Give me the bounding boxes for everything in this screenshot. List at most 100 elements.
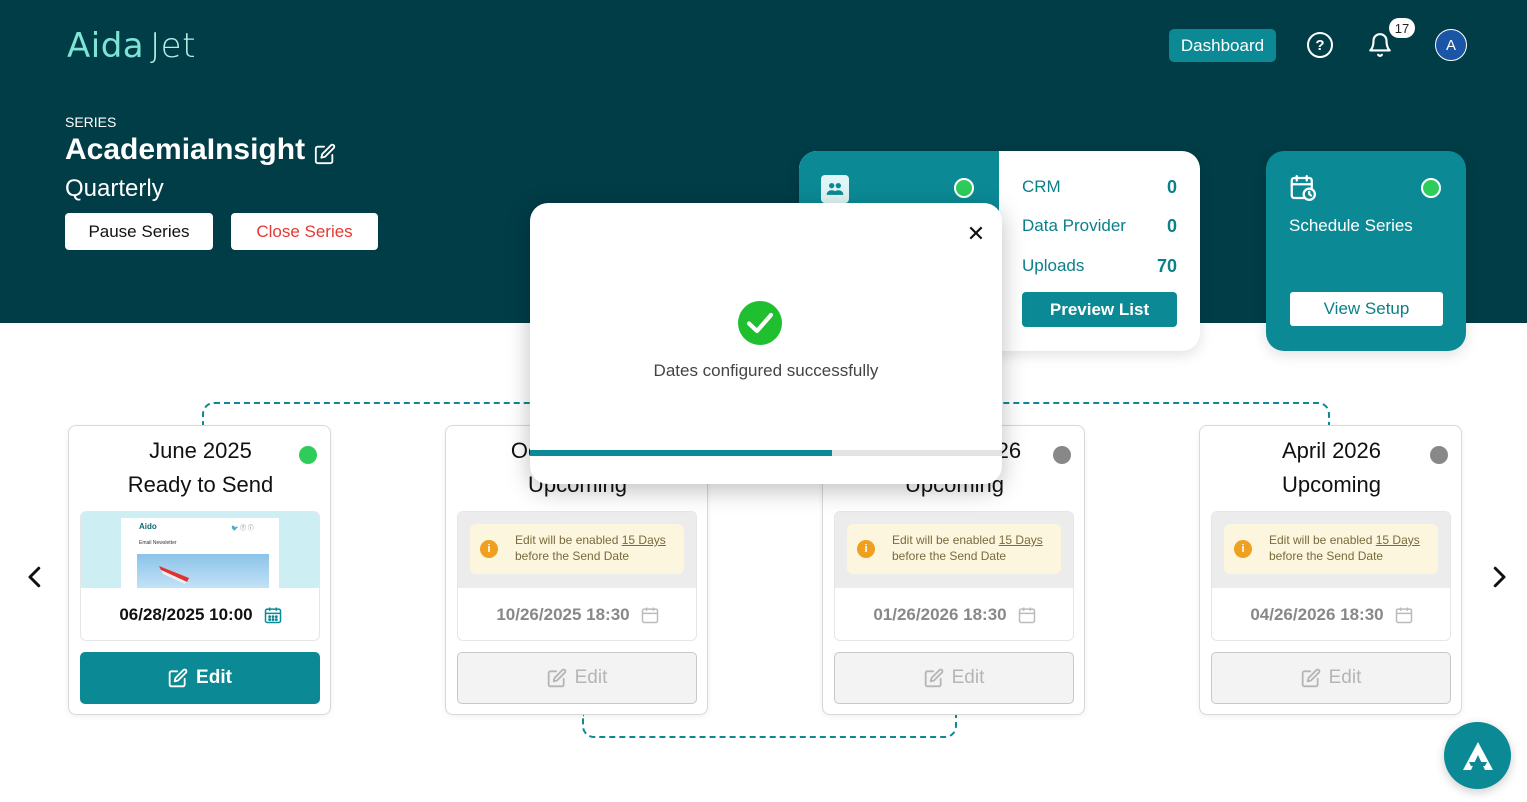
logo-text-aida: Aida — [67, 26, 145, 66]
send-date: 10/26/2025 18:30 — [458, 600, 696, 630]
issue-status-dot — [1053, 446, 1071, 464]
stat-row-uploads: Uploads 70 — [1022, 256, 1177, 277]
email-thumbnail-page: Aido 🐦 ⓕ ⓘ Email Newsletter — [121, 518, 279, 588]
close-icon[interactable]: ✕ — [966, 221, 986, 246]
aidajet-logo[interactable]: Aida Jet — [67, 26, 196, 66]
schedule-status-dot — [1421, 178, 1441, 198]
schedule-card: Schedule Series View Setup — [1266, 151, 1466, 351]
note-text: before the Send Date — [892, 549, 1007, 563]
thumbnail-social-icons: 🐦 ⓕ ⓘ — [231, 526, 254, 532]
send-date-text: 10/26/2025 18:30 — [496, 605, 630, 624]
user-avatar[interactable]: A — [1435, 29, 1467, 61]
email-preview: i Edit will be enabled 15 Days before the… — [1211, 511, 1451, 641]
edit-lock-note: i Edit will be enabled 15 Days before the… — [847, 524, 1061, 574]
stat-value: 70 — [1156, 256, 1177, 276]
audience-icon — [821, 175, 849, 203]
email-preview: i Edit will be enabled 15 Days before the… — [834, 511, 1074, 641]
stat-label: CRM — [1022, 177, 1061, 196]
info-icon: i — [857, 540, 875, 558]
send-date-text: 06/28/2025 10:00 — [119, 605, 253, 624]
issue-status-dot — [299, 446, 317, 464]
send-date-text: 01/26/2026 18:30 — [873, 605, 1007, 624]
series-title: AcademiaInsight — [65, 133, 306, 166]
info-icon: i — [1234, 540, 1252, 558]
calendar-icon[interactable] — [263, 605, 283, 625]
edit-label: Edit — [1328, 667, 1362, 688]
send-date: 04/26/2026 18:30 — [1212, 600, 1450, 630]
send-date: 01/26/2026 18:30 — [835, 600, 1073, 630]
assistant-fab[interactable] — [1444, 722, 1511, 789]
locked-thumbnail: i Edit will be enabled 15 Days before the… — [835, 512, 1073, 588]
aida-logo-icon — [1462, 741, 1493, 770]
issue-month: June 2025 — [149, 438, 252, 463]
chevron-left-icon[interactable] — [20, 562, 50, 592]
logo-text-jet: Jet — [150, 26, 196, 66]
issue-status-dot — [1430, 446, 1448, 464]
edit-label: Edit — [951, 667, 985, 688]
issue-month: April 2026 — [1281, 438, 1382, 463]
stat-value: 0 — [1166, 216, 1177, 236]
edit-label: Edit — [196, 667, 232, 688]
stat-label: Data Provider — [1022, 216, 1126, 235]
info-icon: i — [480, 540, 498, 558]
check-circle-icon — [738, 301, 782, 345]
email-thumbnail: Aido 🐦 ⓕ ⓘ Email Newsletter — [81, 512, 319, 588]
edit-icon — [1301, 668, 1320, 688]
calendar-icon — [641, 607, 658, 624]
view-setup-button[interactable]: View Setup — [1290, 292, 1443, 326]
edit-icon — [168, 668, 188, 688]
note-text: Edit will be enabled — [1269, 533, 1376, 547]
send-date-text: 04/26/2026 18:30 — [1250, 605, 1384, 624]
note-text: before the Send Date — [515, 549, 630, 563]
edit-label: Edit — [574, 667, 608, 688]
edit-issue-button[interactable]: Edit — [80, 652, 320, 704]
email-preview: i Edit will be enabled 15 Days before the… — [457, 511, 697, 641]
thumbnail-brand: Aido — [139, 522, 157, 531]
series-frequency: Quarterly — [65, 175, 164, 202]
stat-row-data-provider: Data Provider 0 — [1022, 216, 1177, 237]
stat-label: Uploads — [1022, 256, 1085, 275]
stat-row-crm: CRM 0 — [1022, 177, 1177, 198]
help-icon[interactable]: ? — [1307, 32, 1333, 58]
chevron-right-icon[interactable] — [1484, 562, 1514, 592]
success-message: Dates configured successfully — [653, 361, 879, 380]
calendar-icon — [1395, 607, 1412, 624]
preview-list-button[interactable]: Preview List — [1022, 292, 1177, 327]
dismiss-progress-fill — [530, 450, 833, 456]
notification-count-badge: 17 — [1389, 18, 1415, 38]
note-text: Edit will be enabled — [515, 533, 622, 547]
edit-lock-text: Edit will be enabled 15 Days before the S… — [1269, 532, 1420, 564]
note-days: 15 Days — [621, 533, 666, 547]
locked-thumbnail: i Edit will be enabled 15 Days before the… — [458, 512, 696, 588]
pause-series-button[interactable]: Pause Series — [65, 213, 213, 250]
edit-lock-note: i Edit will be enabled 15 Days before the… — [470, 524, 684, 574]
dismiss-progress-bar — [530, 450, 1002, 456]
send-date: 06/28/2025 10:00 — [81, 600, 319, 630]
edit-lock-note: i Edit will be enabled 15 Days before the… — [1224, 524, 1438, 574]
edit-icon — [924, 668, 943, 688]
note-days: 15 Days — [998, 533, 1043, 547]
edit-issue-button: Edit — [834, 652, 1074, 704]
edit-issue-button: Edit — [1211, 652, 1451, 704]
edit-title-icon[interactable] — [314, 143, 336, 165]
bell-icon[interactable] — [1367, 32, 1393, 58]
close-series-button[interactable]: Close Series — [231, 213, 378, 250]
thumbnail-image — [137, 554, 269, 588]
timeline-connector-bottom — [582, 714, 957, 738]
note-text: Edit will be enabled — [892, 533, 999, 547]
locked-thumbnail: i Edit will be enabled 15 Days before the… — [1212, 512, 1450, 588]
note-text: before the Send Date — [1269, 549, 1384, 563]
edit-icon — [547, 668, 566, 688]
edit-lock-text: Edit will be enabled 15 Days before the S… — [515, 532, 666, 564]
series-label: SERIES — [65, 114, 117, 130]
issue-status: Ready to Send — [127, 472, 274, 497]
note-days: 15 Days — [1375, 533, 1420, 547]
email-preview[interactable]: Aido 🐦 ⓕ ⓘ Email Newsletter 06/28/2025 1… — [80, 511, 320, 641]
issue-card: June 2025 Ready to Send Aido 🐦 ⓕ ⓘ Email… — [68, 425, 331, 715]
dashboard-button[interactable]: Dashboard — [1169, 29, 1276, 62]
stat-value: 0 — [1166, 177, 1177, 197]
issue-status: Upcoming — [1281, 472, 1382, 497]
audience-status-dot — [954, 178, 974, 198]
schedule-calendar-icon — [1288, 173, 1318, 203]
thumbnail-headline: Email Newsletter — [139, 540, 177, 546]
